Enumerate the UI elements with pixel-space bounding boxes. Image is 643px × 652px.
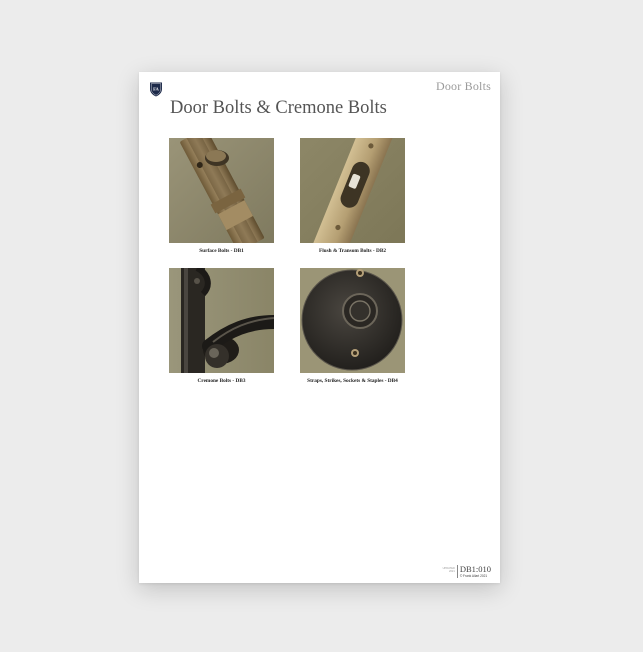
product-card[interactable]: Surface Bolts - DB1 [169,138,274,254]
svg-text:FA: FA [153,86,159,91]
cremone-bolt-photo[interactable] [169,268,274,373]
footer-meta-line: 2021 [449,570,455,573]
product-caption: Surface Bolts - DB1 [199,248,244,254]
product-card[interactable]: Cremone Bolts - DB3 [169,268,274,384]
page-title: Door Bolts & Cremone Bolts [170,98,387,118]
section-label: Door Bolts [435,79,491,93]
surface-bolt-photo[interactable] [169,138,274,243]
catalog-page: FA Door Bolts Door Bolts & Cremone Bolts [139,72,500,583]
footer-code-box: DB1:010 © Frank Allart 2021 [456,564,491,578]
product-card[interactable]: Flush & Transom Bolts - DB2 [300,138,405,254]
product-caption: Straps, Strikes, Sockets & Staples - DB4 [307,378,398,384]
crest-shield-icon: FA [150,82,162,97]
flush-bolt-photo[interactable] [300,138,405,243]
strike-socket-photo[interactable] [300,268,405,373]
product-card[interactable]: Straps, Strikes, Sockets & Staples - DB4 [300,268,405,384]
product-caption: Cremone Bolts - DB3 [197,378,246,384]
page-footer: UPDATED 2021 DB1:010 © Frank Allart 2021 [443,565,491,578]
footer-meta: UPDATED 2021 [443,567,455,578]
copyright-text: © Frank Allart 2021 [459,574,488,578]
product-caption: Flush & Transom Bolts - DB2 [318,248,387,254]
page-code: DB1:010 [459,564,491,574]
